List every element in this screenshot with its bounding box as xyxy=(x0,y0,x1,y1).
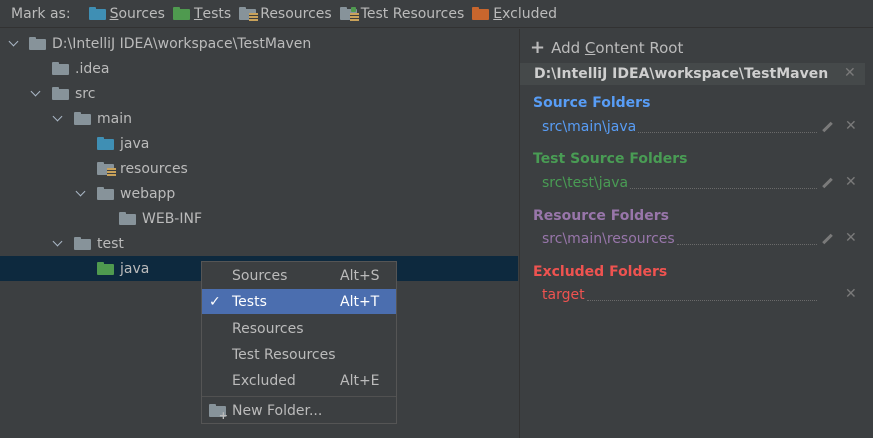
content-root-header: D:\IntelliJ IDEA\workspace\TestMaven ✕ xyxy=(520,63,865,85)
menu-item-test-resources[interactable]: Test Resources xyxy=(202,342,396,367)
source-folders-title: Source Folders xyxy=(533,95,651,111)
chevron-down-icon[interactable] xyxy=(52,239,62,249)
edit-icon[interactable] xyxy=(821,177,833,189)
resource-folder-entry: src\main\resources xyxy=(542,229,817,249)
excluded-folder-entry: target xyxy=(542,285,817,305)
tree-item-label: main xyxy=(97,110,132,127)
resources-folder-icon xyxy=(97,162,116,177)
chevron-down-icon[interactable] xyxy=(52,114,62,124)
close-icon[interactable]: ✕ xyxy=(844,65,856,81)
folder-icon xyxy=(97,187,114,200)
chevron-down-icon[interactable] xyxy=(30,89,40,99)
mark-test-resources-button[interactable]: Test Resources xyxy=(339,6,464,22)
resources-folder-icon xyxy=(239,7,259,22)
tree-item-root[interactable]: D:\IntelliJ IDEA\workspace\TestMaven xyxy=(0,31,518,56)
tree-item-label: .idea xyxy=(75,60,110,77)
excluded-folders-title: Excluded Folders xyxy=(533,264,668,280)
menu-separator xyxy=(202,396,396,397)
edit-icon[interactable] xyxy=(821,121,833,133)
tree-item-label: test xyxy=(97,235,124,252)
tree-item-label: java xyxy=(120,260,150,277)
test-source-folders-title: Test Source Folders xyxy=(533,151,688,167)
mark-as-label: Mark as: xyxy=(11,5,71,22)
excluded-folder-icon xyxy=(472,7,490,20)
content-root-panel: + Add Content Root D:\IntelliJ IDEA\work… xyxy=(519,29,873,438)
menu-item-sources[interactable]: Sources Alt+S xyxy=(202,263,396,288)
tree-item-label: D:\IntelliJ IDEA\workspace\TestMaven xyxy=(52,35,312,52)
folder-icon xyxy=(52,87,69,100)
source-folder-entry: src\main\java xyxy=(542,117,817,137)
panel-scrollbar-track xyxy=(865,29,873,438)
tests-folder-icon xyxy=(172,7,190,20)
mark-as-toolbar: Mark as: Sources Tests Resources Test Re… xyxy=(0,0,873,28)
tree-item-label: WEB-INF xyxy=(142,210,202,227)
tree-item-main[interactable]: main xyxy=(0,106,518,131)
test-source-folder-entry: src\test\java xyxy=(542,173,817,193)
sources-folder-icon xyxy=(88,7,106,20)
plus-icon: + xyxy=(530,37,546,58)
tree-item-label: java xyxy=(120,135,150,152)
tree-item-label: resources xyxy=(120,160,188,177)
folder-icon xyxy=(119,212,136,225)
folder-icon xyxy=(29,37,46,50)
tree-item-src[interactable]: src xyxy=(0,81,518,106)
mark-resources-button[interactable]: Resources xyxy=(239,6,332,22)
test-resources-folder-icon xyxy=(339,7,359,22)
menu-item-new-folder[interactable]: + New Folder... xyxy=(202,398,396,423)
tree-item-idea[interactable]: .idea xyxy=(0,56,518,81)
add-content-root-button[interactable]: + Add Content Root xyxy=(530,37,683,58)
mark-tests-button[interactable]: Tests xyxy=(172,6,231,22)
menu-item-tests[interactable]: ✓ Tests Alt+T xyxy=(202,289,396,314)
mark-excluded-button[interactable]: Excluded xyxy=(472,6,557,22)
sources-folder-icon xyxy=(97,137,114,150)
close-icon[interactable]: ✕ xyxy=(845,286,857,302)
new-folder-icon: + xyxy=(209,404,228,421)
tree-item-test[interactable]: test xyxy=(0,231,518,256)
tests-folder-icon xyxy=(97,262,114,275)
checkmark-icon: ✓ xyxy=(209,293,221,310)
close-icon[interactable]: ✕ xyxy=(845,230,857,246)
folder-icon xyxy=(74,237,91,250)
tree-item-label: webapp xyxy=(120,185,176,202)
mark-directory-context-menu: Sources Alt+S ✓ Tests Alt+T Resources Te… xyxy=(201,261,397,424)
chevron-down-icon[interactable] xyxy=(75,189,85,199)
folder-icon xyxy=(52,62,69,75)
folder-icon xyxy=(74,112,91,125)
tree-item-label: src xyxy=(75,85,96,102)
close-icon[interactable]: ✕ xyxy=(845,174,857,190)
tree-item-webapp[interactable]: webapp xyxy=(0,181,518,206)
tree-item-web-inf[interactable]: WEB-INF xyxy=(0,206,518,231)
menu-item-resources[interactable]: Resources xyxy=(202,316,396,341)
close-icon[interactable]: ✕ xyxy=(845,118,857,134)
edit-icon[interactable] xyxy=(821,233,833,245)
tree-item-resources[interactable]: resources xyxy=(0,156,518,181)
mark-sources-button[interactable]: Sources xyxy=(88,6,165,22)
tree-item-main-java[interactable]: java xyxy=(0,131,518,156)
content-root-path: D:\IntelliJ IDEA\workspace\TestMaven xyxy=(534,66,829,82)
chevron-down-icon[interactable] xyxy=(8,39,18,49)
menu-item-excluded[interactable]: Excluded Alt+E xyxy=(202,368,396,393)
resource-folders-title: Resource Folders xyxy=(533,208,669,224)
